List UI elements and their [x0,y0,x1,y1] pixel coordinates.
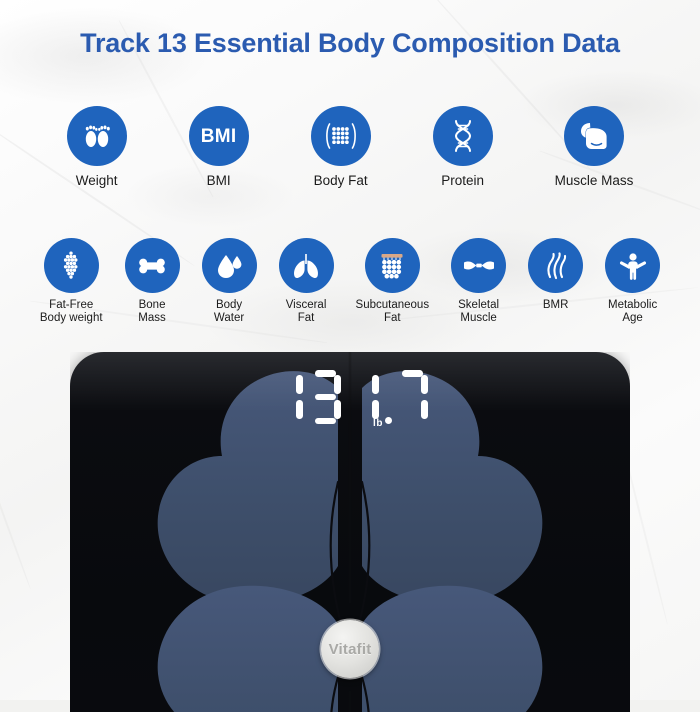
metric-label: Protein [441,173,484,188]
metric-visceral-fat: Visceral Fat [278,238,334,326]
flexed-bicep-icon [563,106,624,166]
led-decimal-point [384,370,393,424]
center-brand-button[interactable]: Vitafit [321,620,379,678]
cell-cluster-icon [43,238,99,293]
flame-waves-icon [528,238,584,293]
brand-label: Vitafit [328,640,372,658]
bone-icon [124,238,180,293]
metric-weight: Weight [66,106,127,188]
metric-skeletal-muscle: Skeletal Muscle [451,238,507,326]
led-digit [349,370,379,424]
person-arms-up-icon [605,238,661,293]
metric-body-fat: Body Fat [310,106,371,188]
led-display: lb [70,370,630,429]
led-digit [311,370,341,424]
metric-label: Bone Mass [138,299,166,325]
bmi-glyph-text: BMI [200,125,237,147]
led-digit [273,370,303,424]
metric-label: Muscle Mass [554,173,634,188]
lungs-organ-icon [278,238,334,293]
metric-label: BMR [542,299,569,311]
scale-glass-platform: Vitafit lb [70,352,630,712]
skin-fat-layer-icon [364,238,420,293]
metrics-row-primary: Weight BMI BMI Body Fat Protein Muscle M… [0,106,700,188]
metric-fat-free-body-weight: Fat-Free Body weight [40,238,103,326]
bmi-text-icon: BMI [188,106,249,166]
metric-subcutaneous-fat: Subcutaneous Fat [355,238,430,326]
metric-label: Weight [75,173,118,188]
metric-label: Skeletal Muscle [458,299,500,325]
scale-product-photo: Vitafit lb [70,352,630,712]
metric-label: Body Fat [313,173,368,188]
led-digit [398,370,428,424]
metric-label: Metabolic Age [607,299,658,325]
metric-protein: Protein [432,106,493,188]
metric-bone-mass: Bone Mass [124,238,180,326]
fat-cells-icon [310,106,371,166]
metric-label: Visceral Fat [285,299,327,325]
weight-digits [269,370,432,424]
metric-label: BMI [206,173,231,188]
footprints-icon [66,106,127,166]
metric-bmr: BMR [528,238,584,326]
metric-metabolic-age: Metabolic Age [605,238,661,326]
water-drop-icon [201,238,257,293]
metrics-row-secondary: Fat-Free Body weight Bone Mass Body Wate… [0,238,700,326]
metric-bmi: BMI BMI [188,106,249,188]
metric-label: Subcutaneous Fat [355,299,430,325]
dna-helix-icon [432,106,493,166]
metric-label: Body Water [213,299,245,325]
metric-body-water: Body Water [201,238,257,326]
page-title: Track 13 Essential Body Composition Data [80,28,620,58]
muscle-fiber-icon [451,238,507,293]
metric-label: Fat-Free Body weight [39,299,103,325]
metric-muscle-mass: Muscle Mass [554,106,634,188]
